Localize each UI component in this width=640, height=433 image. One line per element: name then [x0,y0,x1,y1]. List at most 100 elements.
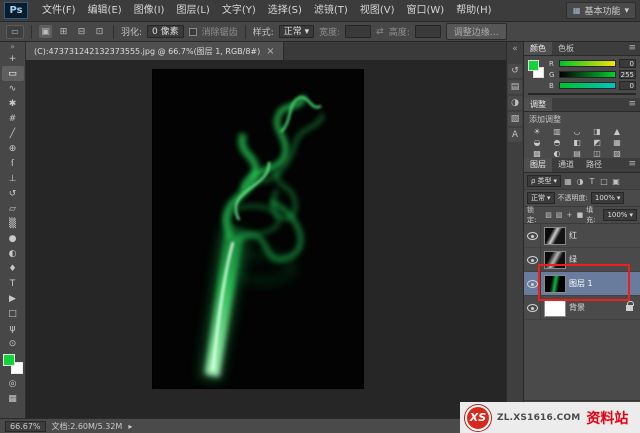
curves-icon[interactable]: ◡ [567,126,587,137]
hand-tool[interactable]: ψ [2,321,24,336]
intersect-selection-icon[interactable]: ⊡ [93,25,106,38]
pen-tool[interactable]: ♦ [2,261,24,276]
path-selection-tool[interactable]: ▶ [2,291,24,306]
channel-mixer-icon[interactable]: ▦ [607,137,627,148]
fill-dropdown[interactable]: 100% ▾ [603,209,637,221]
photo-filter-icon[interactable]: ◩ [587,137,607,148]
clone-stamp-tool[interactable]: ⊥ [2,171,24,186]
eyedropper-tool[interactable]: ╱ [2,126,24,141]
lock-image-pixels-icon[interactable]: ▧ [555,210,563,221]
tab-adjustments[interactable]: 调整 [524,98,552,111]
menu-edit[interactable]: 编辑(E) [82,0,128,21]
lock-all-icon[interactable]: ■ [576,210,584,221]
visibility-eye-icon[interactable] [526,303,538,312]
shape-layer-filter-icon[interactable]: □ [599,176,609,187]
brightness-contrast-icon[interactable]: ☀ [527,126,547,137]
blend-mode-dropdown[interactable]: 正常 ▾ [527,192,555,204]
layer-row-green[interactable]: 绿 [524,247,640,272]
close-icon[interactable]: × [266,46,274,57]
style-dropdown[interactable]: 正常 ▾ [278,25,315,38]
crop-tool[interactable]: # [2,111,24,126]
navigator-panel-icon[interactable]: ▧ [508,112,522,126]
layer-row-layer1[interactable]: 图层 1 [524,271,640,296]
tab-color[interactable]: 颜色 [524,42,552,55]
type-layer-filter-icon[interactable]: T [587,176,597,187]
menu-file[interactable]: 文件(F) [36,0,82,21]
canvas-area[interactable] [26,61,506,418]
layer-row-red[interactable]: 红 [524,223,640,248]
swap-dimensions-icon[interactable]: ⇄ [376,27,384,37]
menu-window[interactable]: 窗口(W) [400,0,450,21]
adjustment-layer-filter-icon[interactable]: ◑ [575,176,585,187]
blur-tool[interactable]: ● [2,231,24,246]
tool-preset-icon[interactable]: ▭ [6,24,24,39]
lock-transparent-pixels-icon[interactable]: ▨ [544,210,552,221]
opacity-dropdown[interactable]: 100% ▾ [590,192,625,204]
quick-mask-icon[interactable]: ◎ [2,376,24,391]
height-input[interactable] [414,25,441,38]
layer-filter-dropdown[interactable]: ρ 类型 ▾ [527,175,561,187]
hue-saturation-icon[interactable]: ◒ [527,137,547,148]
panel-menu-icon[interactable]: ≡ [624,158,640,172]
eraser-tool[interactable]: ▱ [2,201,24,216]
spot-healing-brush-tool[interactable]: ⊕ [2,141,24,156]
blue-slider[interactable] [559,82,616,89]
menu-type[interactable]: 文字(Y) [216,0,262,21]
history-brush-tool[interactable]: ↺ [2,186,24,201]
layer-thumbnail[interactable] [544,250,566,269]
color-spectrum-bar[interactable] [528,93,636,95]
foreground-color-swatch[interactable] [2,354,15,366]
menu-filter[interactable]: 滤镜(T) [308,0,354,21]
add-to-selection-icon[interactable]: ⊞ [57,25,70,38]
tab-paths[interactable]: 路径 [580,158,608,172]
dock-collapse-icon[interactable]: « [512,44,518,54]
menu-layer[interactable]: 图层(L) [170,0,215,21]
tab-channels[interactable]: 通道 [552,158,580,172]
layer-thumbnail[interactable] [544,226,566,245]
menu-image[interactable]: 图像(I) [128,0,171,21]
brush-tool[interactable]: ſ [2,156,24,171]
tab-layers[interactable]: 图层 [524,158,552,172]
blue-value-field[interactable]: 0 [619,81,636,90]
status-arrow-icon[interactable]: ▸ [128,422,132,431]
properties-panel-icon[interactable]: ▤ [508,80,522,94]
menu-select[interactable]: 选择(S) [262,0,308,21]
subtract-from-selection-icon[interactable]: ⊟ [75,25,88,38]
lasso-tool[interactable]: ∿ [2,81,24,96]
quick-selection-tool[interactable]: ✱ [2,96,24,111]
rectangular-marquee-tool[interactable]: ▭ [1,66,24,81]
levels-icon[interactable]: ▥ [547,126,567,137]
info-panel-icon[interactable]: ◑ [508,96,522,110]
color-balance-icon[interactable]: ◓ [547,137,567,148]
foreground-color-swatch[interactable] [528,60,539,71]
visibility-eye-icon[interactable] [526,255,538,264]
type-tool[interactable]: T [2,276,24,291]
zoom-level-field[interactable]: 66.67% [5,420,46,432]
new-selection-icon[interactable]: ▣ [39,25,52,38]
gradient-tool[interactable]: ▒ [2,216,24,231]
history-panel-icon[interactable]: ↺ [508,64,522,78]
lock-position-icon[interactable]: + [565,210,573,221]
panel-menu-icon[interactable]: ≡ [624,42,640,55]
move-tool[interactable]: + [2,51,24,66]
layer-row-background[interactable]: 背景 [524,295,640,320]
width-input[interactable] [345,25,372,38]
red-slider[interactable] [559,60,616,67]
screen-mode-icon[interactable]: ▦ [2,391,24,406]
antialias-checkbox[interactable] [188,27,197,36]
vibrance-icon[interactable]: ▲ [607,126,627,137]
visibility-eye-icon[interactable] [526,231,538,240]
green-value-field[interactable]: 255 [619,70,636,79]
visibility-eye-icon[interactable] [526,279,538,288]
feather-input[interactable]: 0 像素 [147,25,184,38]
pixel-layer-filter-icon[interactable]: ▦ [563,176,573,187]
document-tab[interactable]: (C):473731242132373555.jpg @ 66.7%(图层 1,… [26,42,284,60]
character-panel-icon[interactable]: A [508,128,522,142]
dodge-tool[interactable]: ◐ [2,246,24,261]
layer-thumbnail[interactable] [544,274,566,293]
menu-view[interactable]: 视图(V) [354,0,401,21]
smart-object-filter-icon[interactable]: ▣ [611,176,621,187]
refine-edge-button[interactable]: 调整边缘… [445,23,507,40]
black-white-icon[interactable]: ◧ [567,137,587,148]
red-value-field[interactable]: 0 [619,59,636,68]
